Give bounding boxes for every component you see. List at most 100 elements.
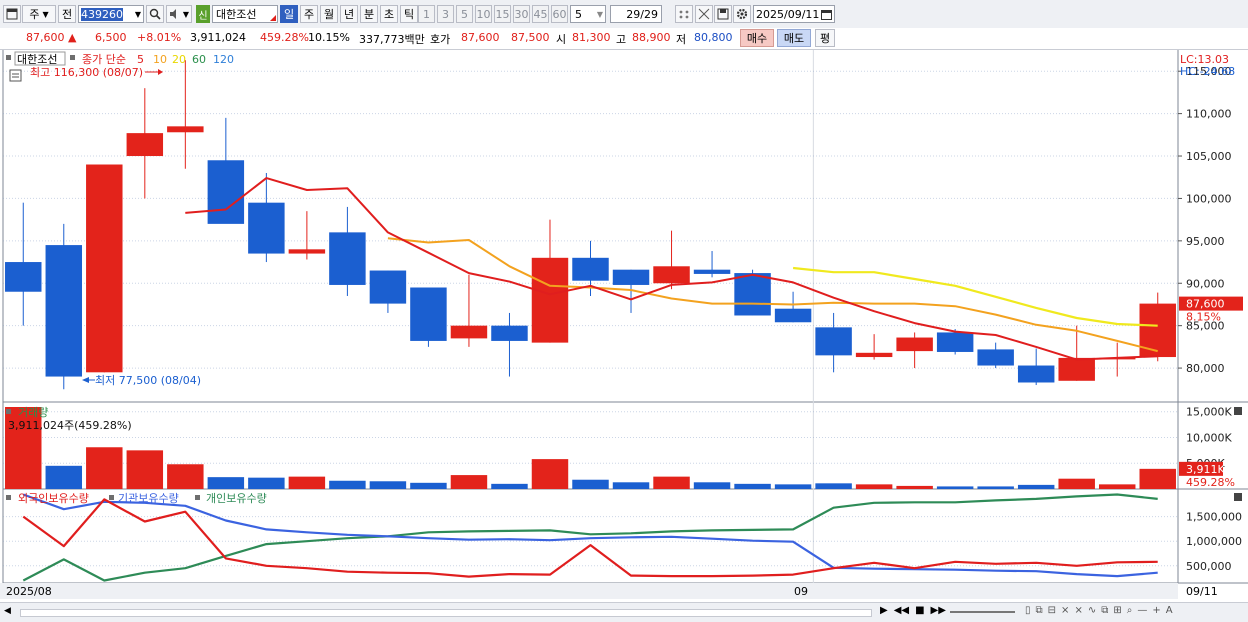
price-change: 6,500 — [95, 31, 127, 44]
period-tab-2[interactable]: 월 — [320, 5, 338, 23]
interval-button-0[interactable]: 1 — [418, 5, 435, 23]
fast-forward-icon[interactable]: ▶▶ — [931, 605, 946, 616]
volume-bar — [693, 482, 731, 489]
calculator-icon[interactable] — [9, 69, 22, 82]
mode-value: 주 — [29, 8, 40, 21]
trend-icon[interactable]: ∿ — [1088, 605, 1096, 616]
zoom-out-icon[interactable]: — — [1137, 605, 1147, 616]
candle-body — [653, 266, 690, 284]
save-button[interactable] — [714, 5, 732, 23]
interval-button-4[interactable]: 15 — [494, 5, 511, 23]
volume-bar — [126, 450, 164, 489]
volume-bar — [45, 465, 83, 489]
legend-square-icon — [6, 409, 11, 414]
volume-bar — [450, 475, 488, 489]
dots-icon — [679, 10, 689, 19]
close-panel-icon[interactable] — [1234, 407, 1242, 415]
period-tab-1[interactable]: 주 — [300, 5, 318, 23]
chevron-down-icon: ▼ — [42, 9, 49, 19]
candle-body — [329, 232, 366, 285]
candle-body — [369, 270, 407, 304]
volume-bar — [207, 477, 245, 489]
stop-icon[interactable]: ■ — [915, 605, 924, 616]
period-tab-5[interactable]: 초 — [380, 5, 398, 23]
volume-bar — [288, 476, 326, 489]
search-button[interactable] — [146, 5, 164, 23]
interval-select[interactable]: 5 ▼ — [570, 5, 606, 23]
stock-name-field[interactable]: 대한조선 — [212, 5, 278, 23]
period-tab-4[interactable]: 분 — [360, 5, 378, 23]
volume-value: 3,911,024 — [190, 31, 246, 44]
sound-button[interactable]: ▼ — [166, 5, 192, 23]
volume-bar — [572, 479, 609, 489]
line-tool-icon[interactable]: ⨯ — [1061, 605, 1069, 616]
ma-period-120: 120 — [213, 53, 234, 66]
sell-label: 매도 — [783, 32, 805, 45]
volume-bar — [369, 481, 407, 489]
rewind-icon[interactable]: ◀◀ — [894, 605, 909, 616]
text-size-icon[interactable]: A — [1166, 605, 1173, 616]
volume-bar — [1139, 468, 1176, 489]
close-panel-icon[interactable] — [1234, 493, 1242, 501]
interval-button-7[interactable]: 60 — [551, 5, 568, 23]
settings-button[interactable] — [733, 5, 751, 23]
stock-chart[interactable]: 115,000110,000105,000100,00095,00090,000… — [0, 50, 1248, 602]
volume-bar — [774, 484, 812, 489]
dots-tool-button[interactable] — [675, 5, 693, 23]
interval-button-3[interactable]: 10 — [475, 5, 492, 23]
date-field[interactable]: 2025/09/11 — [753, 5, 835, 23]
chevron-down-icon: ▼ — [596, 9, 603, 19]
eval-button[interactable]: 평 — [815, 29, 835, 47]
candle-body — [491, 325, 528, 341]
draw-tool-button[interactable] — [695, 5, 713, 23]
last-price-pct: 8.15% — [1186, 311, 1221, 324]
search-icon — [149, 8, 161, 20]
zoom-icon[interactable]: ⌕ — [1127, 605, 1133, 616]
sell-button[interactable]: 매도 — [777, 29, 811, 47]
last-price-label: 87,600 — [1186, 298, 1225, 311]
layout-icon[interactable]: ▯ — [1025, 605, 1031, 616]
count-field[interactable]: 29/29 — [610, 5, 662, 23]
candle-body — [167, 126, 204, 133]
stock-code-input[interactable]: 439260 ▼ — [78, 5, 144, 23]
play-icon[interactable]: ▶ — [880, 605, 888, 616]
holder-tick-label: 1,500,000 — [1186, 511, 1242, 524]
window-menu-icon[interactable] — [3, 5, 21, 23]
mode-select[interactable]: 주 ▼ — [22, 5, 56, 23]
volume-bar — [855, 484, 893, 489]
hc-value: HC:-24.68 — [1180, 65, 1235, 78]
candle-body — [612, 269, 650, 285]
period-tab-0[interactable]: 일 — [280, 5, 298, 23]
zoom-in-icon[interactable]: + — [1152, 605, 1160, 616]
interval-button-1[interactable]: 3 — [437, 5, 454, 23]
interval-button-5[interactable]: 30 — [513, 5, 530, 23]
period-tab-6[interactable]: 틱 — [400, 5, 418, 23]
up-arrow-icon: ▲ — [68, 31, 77, 44]
split-icon[interactable]: ⧉ — [1036, 605, 1043, 616]
zoom-slider[interactable] — [950, 611, 1015, 613]
interval-button-6[interactable]: 45 — [532, 5, 549, 23]
candle-body — [896, 337, 933, 352]
price-tick-label: 105,000 — [1186, 150, 1232, 163]
gear-icon — [736, 8, 748, 20]
legend-square-icon — [70, 55, 75, 60]
line-tool-icon[interactable]: ⨯ — [1074, 605, 1082, 616]
legend-foreign: 외국인보유수량 — [18, 492, 89, 505]
scroll-left-icon[interactable]: ◀ — [4, 606, 11, 616]
new-listing-badge: 신 — [196, 5, 210, 23]
volume-bar — [815, 483, 852, 489]
grid-icon[interactable]: ⊞ — [1113, 605, 1121, 616]
period-tab-3[interactable]: 년 — [340, 5, 358, 23]
chevron-down-icon: ▼ — [134, 9, 141, 19]
copy-icon[interactable]: ⧉ — [1101, 605, 1108, 616]
high-price: 88,900 — [632, 31, 671, 44]
prev-button[interactable]: 전 — [58, 5, 76, 23]
high-note: 최고 116,300 (08/07) — [30, 66, 143, 79]
x-label-start: 2025/08 — [6, 585, 52, 598]
candle-body — [248, 202, 285, 254]
quote-info-bar: 87,600 ▲ 6,500 +8.01% 3,911,024 459.28% … — [0, 28, 1248, 50]
horizontal-scrollbar[interactable] — [20, 609, 872, 617]
interval-button-2[interactable]: 5 — [456, 5, 473, 23]
buy-button[interactable]: 매수 — [740, 29, 774, 47]
chart-type-icon[interactable]: ⊟ — [1048, 605, 1056, 616]
